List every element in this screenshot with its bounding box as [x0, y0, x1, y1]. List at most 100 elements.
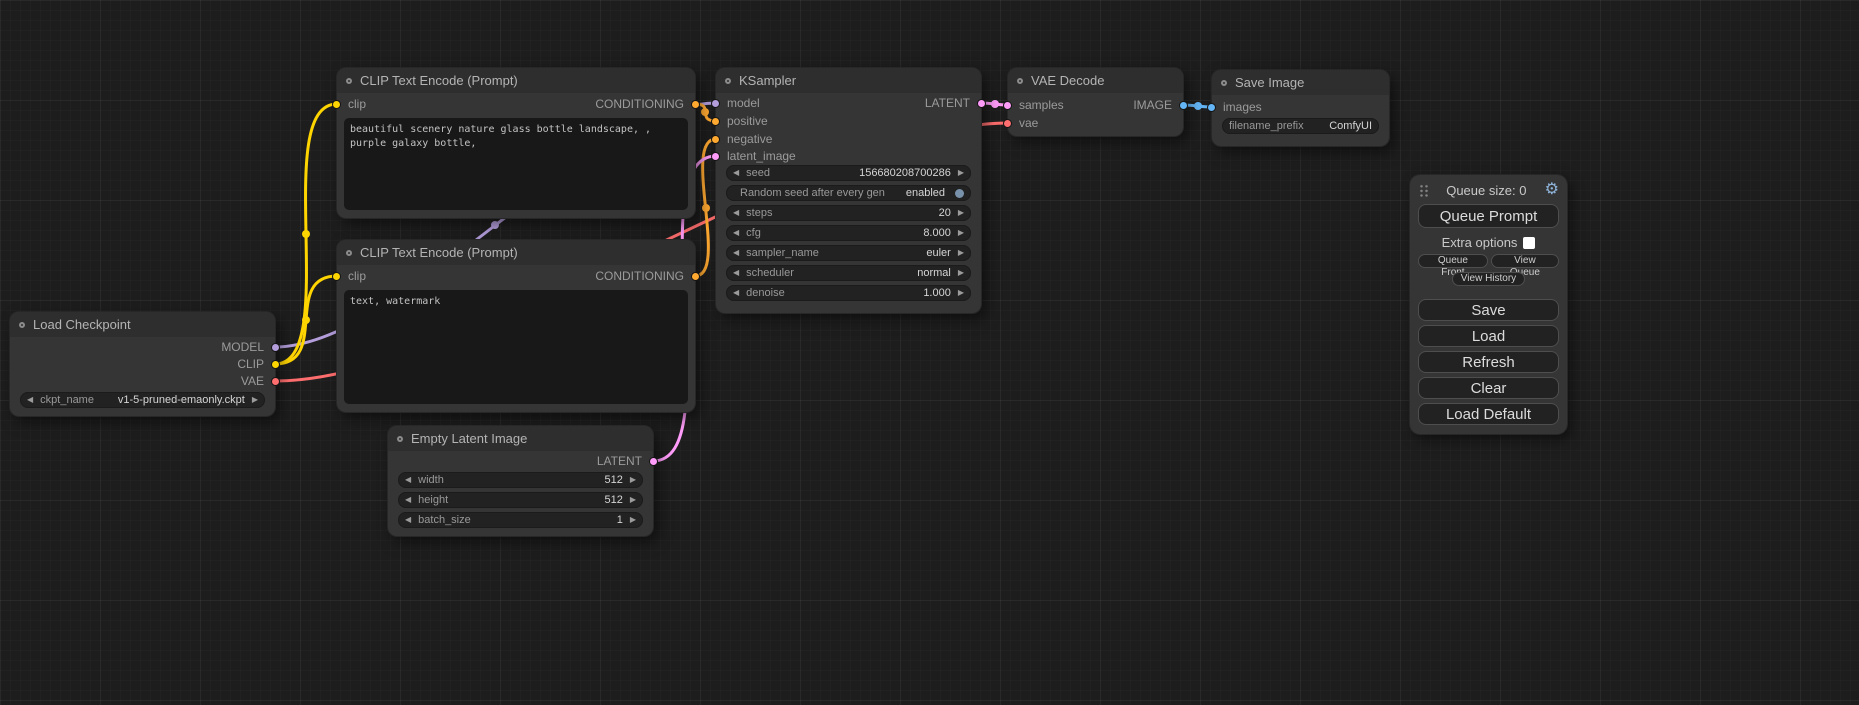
output-port-clip[interactable]: CLIP: [237, 357, 280, 371]
conditioning-port-dot-icon[interactable]: [711, 135, 720, 144]
decrement-arrow-icon[interactable]: ◀: [733, 209, 739, 217]
widget-control-after-generate[interactable]: Random seed after every gen enabled: [726, 185, 971, 201]
decrement-arrow-icon[interactable]: ◀: [405, 496, 411, 504]
node-header[interactable]: Empty Latent Image: [388, 426, 653, 451]
latent-port-dot-icon[interactable]: [649, 457, 658, 466]
increment-arrow-icon[interactable]: ▶: [630, 496, 636, 504]
latent-port-dot-icon[interactable]: [977, 99, 986, 108]
prompt-textarea[interactable]: text, watermark: [344, 290, 688, 404]
input-port-model[interactable]: model: [711, 96, 760, 110]
output-port-conditioning[interactable]: CONDITIONING: [595, 269, 700, 283]
view-history-button[interactable]: View History: [1452, 272, 1525, 286]
node-header[interactable]: VAE Decode: [1008, 68, 1183, 93]
widget-width[interactable]: ◀ width 512 ▶: [398, 472, 643, 488]
vae-port-dot-icon[interactable]: [1003, 119, 1012, 128]
widget-seed[interactable]: ◀ seed 156680208700286 ▶: [726, 165, 971, 181]
conditioning-port-dot-icon[interactable]: [691, 272, 700, 281]
node-load-checkpoint[interactable]: Load Checkpoint MODEL CLIP VAE ◀ ckpt_na…: [10, 312, 275, 416]
increment-arrow-icon[interactable]: ▶: [958, 169, 964, 177]
node-header[interactable]: CLIP Text Encode (Prompt): [337, 68, 695, 93]
input-port-positive[interactable]: positive: [711, 114, 768, 128]
clip-port-dot-icon[interactable]: [332, 100, 341, 109]
widget-cfg[interactable]: ◀ cfg 8.000 ▶: [726, 225, 971, 241]
node-header[interactable]: KSampler: [716, 68, 981, 93]
widget-height[interactable]: ◀ height 512 ▶: [398, 492, 643, 508]
node-graph-canvas[interactable]: Load Checkpoint MODEL CLIP VAE ◀ ckpt_na…: [0, 0, 1859, 705]
widget-ckpt-name[interactable]: ◀ ckpt_name v1-5-pruned-emaonly.ckpt ▶: [20, 392, 265, 408]
load-button[interactable]: Load: [1418, 325, 1559, 347]
decrement-arrow-icon[interactable]: ◀: [733, 289, 739, 297]
load-default-button[interactable]: Load Default: [1418, 403, 1559, 425]
increment-arrow-icon[interactable]: ▶: [958, 229, 964, 237]
decrement-arrow-icon[interactable]: ◀: [405, 516, 411, 524]
output-port-model[interactable]: MODEL: [221, 340, 280, 354]
input-port-vae[interactable]: vae: [1003, 116, 1038, 130]
clear-button[interactable]: Clear: [1418, 377, 1559, 399]
conditioning-port-dot-icon[interactable]: [711, 117, 720, 126]
decrement-arrow-icon[interactable]: ◀: [733, 229, 739, 237]
collapse-dot-icon[interactable]: [19, 322, 25, 328]
node-empty-latent-image[interactable]: Empty Latent Image LATENT ◀ width 512 ▶ …: [388, 426, 653, 536]
input-port-samples[interactable]: samples: [1003, 98, 1064, 112]
widget-sampler-name[interactable]: ◀ sampler_name euler ▶: [726, 245, 971, 261]
node-header[interactable]: Save Image: [1212, 70, 1389, 95]
output-port-latent[interactable]: LATENT: [925, 96, 986, 110]
model-port-dot-icon[interactable]: [271, 343, 280, 352]
input-port-negative[interactable]: negative: [711, 132, 772, 146]
node-save-image[interactable]: Save Image images filename_prefix ComfyU…: [1212, 70, 1389, 146]
widget-steps[interactable]: ◀ steps 20 ▶: [726, 205, 971, 221]
input-port-clip[interactable]: clip: [332, 97, 366, 111]
queue-prompt-button[interactable]: Queue Prompt: [1418, 204, 1559, 228]
image-port-dot-icon[interactable]: [1207, 103, 1216, 112]
collapse-dot-icon[interactable]: [1221, 80, 1227, 86]
widget-batch-size[interactable]: ◀ batch_size 1 ▶: [398, 512, 643, 528]
collapse-dot-icon[interactable]: [725, 78, 731, 84]
widget-scheduler[interactable]: ◀ scheduler normal ▶: [726, 265, 971, 281]
decrement-arrow-icon[interactable]: ◀: [733, 249, 739, 257]
view-queue-button[interactable]: View Queue: [1491, 254, 1559, 268]
output-port-image[interactable]: IMAGE: [1133, 98, 1188, 112]
save-button[interactable]: Save: [1418, 299, 1559, 321]
output-port-vae[interactable]: VAE: [241, 374, 280, 388]
node-header[interactable]: Load Checkpoint: [10, 312, 275, 337]
prompt-textarea[interactable]: beautiful scenery nature glass bottle la…: [344, 118, 688, 210]
increment-arrow-icon[interactable]: ▶: [630, 516, 636, 524]
collapse-dot-icon[interactable]: [1017, 78, 1023, 84]
increment-arrow-icon[interactable]: ▶: [958, 289, 964, 297]
output-port-latent[interactable]: LATENT: [597, 454, 658, 468]
toggle-dot-icon[interactable]: [955, 189, 964, 198]
clip-port-dot-icon[interactable]: [271, 360, 280, 369]
collapse-dot-icon[interactable]: [397, 436, 403, 442]
decrement-arrow-icon[interactable]: ◀: [405, 476, 411, 484]
input-port-clip[interactable]: clip: [332, 269, 366, 283]
model-port-dot-icon[interactable]: [711, 99, 720, 108]
queue-front-button[interactable]: Queue Front: [1418, 254, 1488, 268]
conditioning-port-dot-icon[interactable]: [691, 100, 700, 109]
latent-port-dot-icon[interactable]: [1003, 101, 1012, 110]
collapse-dot-icon[interactable]: [346, 250, 352, 256]
node-clip-text-encode-negative[interactable]: CLIP Text Encode (Prompt) clip CONDITION…: [337, 240, 695, 412]
vae-port-dot-icon[interactable]: [271, 377, 280, 386]
node-ksampler[interactable]: KSampler model positive negative latent_…: [716, 68, 981, 313]
increment-arrow-icon[interactable]: ▶: [252, 396, 258, 404]
collapse-dot-icon[interactable]: [346, 78, 352, 84]
drag-handle-icon[interactable]: [1418, 183, 1428, 197]
increment-arrow-icon[interactable]: ▶: [958, 249, 964, 257]
node-vae-decode[interactable]: VAE Decode samples vae IMAGE: [1008, 68, 1183, 136]
decrement-arrow-icon[interactable]: ◀: [733, 269, 739, 277]
latent-port-dot-icon[interactable]: [711, 152, 720, 161]
decrement-arrow-icon[interactable]: ◀: [733, 169, 739, 177]
refresh-button[interactable]: Refresh: [1418, 351, 1559, 373]
decrement-arrow-icon[interactable]: ◀: [27, 396, 33, 404]
image-port-dot-icon[interactable]: [1179, 101, 1188, 110]
widget-filename-prefix[interactable]: filename_prefix ComfyUI: [1222, 118, 1379, 134]
comfy-menu-panel[interactable]: Queue size: 0 ⚙ Queue Prompt Extra optio…: [1410, 175, 1567, 434]
input-port-latent-image[interactable]: latent_image: [711, 149, 796, 163]
node-clip-text-encode-positive[interactable]: CLIP Text Encode (Prompt) clip CONDITION…: [337, 68, 695, 218]
node-header[interactable]: CLIP Text Encode (Prompt): [337, 240, 695, 265]
increment-arrow-icon[interactable]: ▶: [958, 209, 964, 217]
increment-arrow-icon[interactable]: ▶: [958, 269, 964, 277]
clip-port-dot-icon[interactable]: [332, 272, 341, 281]
output-port-conditioning[interactable]: CONDITIONING: [595, 97, 700, 111]
input-port-images[interactable]: images: [1207, 100, 1262, 114]
